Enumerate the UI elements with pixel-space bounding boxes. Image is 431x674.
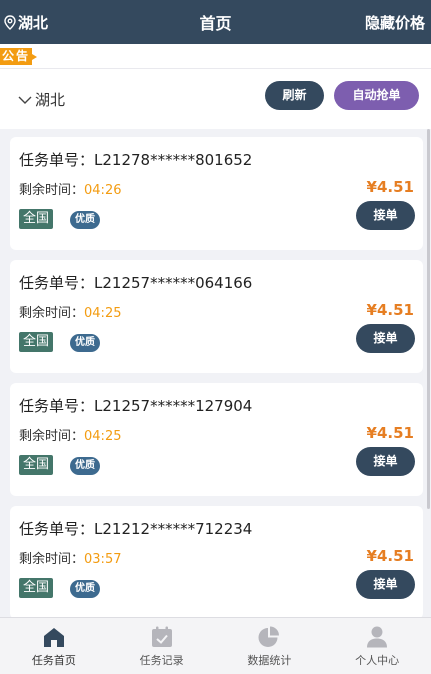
remaining-time-label: 剩余时间： xyxy=(19,306,85,321)
user-icon xyxy=(367,626,388,648)
remaining-time-label: 剩余时间： xyxy=(19,429,85,444)
remaining-time-value: 03:57 xyxy=(84,552,122,567)
task-number: 任务单号：L21257******127904 xyxy=(19,397,253,415)
location-label: 湖北 xyxy=(18,13,49,32)
accept-task-button[interactable]: 接单 xyxy=(356,324,415,353)
tab-task-home[interactable]: 任务首页 xyxy=(0,618,108,674)
region-label: 湖北 xyxy=(35,91,66,109)
region-tag: 全国 xyxy=(19,209,54,229)
remaining-time: 剩余时间：04:25 xyxy=(19,302,121,321)
remaining-time-value: 04:25 xyxy=(84,429,122,444)
tab-label: 数据统计 xyxy=(247,654,292,667)
remaining-time-value: 04:25 xyxy=(84,306,122,321)
remaining-time: 剩余时间：04:26 xyxy=(19,179,121,198)
hide-price-button[interactable]: 隐藏价格 xyxy=(365,12,425,33)
pie-chart-icon xyxy=(258,626,280,647)
region-tag: 全国 xyxy=(19,332,54,352)
auto-grab-button[interactable]: 自动抢单 xyxy=(334,81,419,110)
remaining-time-label: 剩余时间： xyxy=(19,183,85,198)
region-dropdown[interactable]: 湖北 xyxy=(18,89,65,110)
accept-task-button[interactable]: 接单 xyxy=(356,570,415,599)
filter-bar: 湖北 刷新 自动抢单 xyxy=(0,69,431,129)
tab-statistics[interactable]: 数据统计 xyxy=(216,618,324,674)
task-number: 任务单号：L21212******712234 xyxy=(19,520,253,538)
remaining-time-value: 04:26 xyxy=(84,183,122,198)
quality-badge: 优质 xyxy=(70,211,100,229)
region-tag: 全国 xyxy=(19,578,54,598)
accept-task-button[interactable]: 接单 xyxy=(356,447,415,476)
quality-badge: 优质 xyxy=(70,580,100,598)
task-number: 任务单号：L21257******064166 xyxy=(19,274,253,292)
task-price: ¥4.51 xyxy=(366,424,414,442)
location-pin-icon xyxy=(4,14,16,30)
task-card: 任务单号：L21257******127904 剩余时间：04:25 ¥4.51… xyxy=(10,383,423,496)
calendar-check-icon xyxy=(151,626,172,647)
chevron-down-icon xyxy=(18,96,32,104)
task-price: ¥4.51 xyxy=(366,547,414,565)
task-card: 任务单号：L21278******801652 剩余时间：04:26 ¥4.51… xyxy=(10,137,423,250)
tab-label: 任务记录 xyxy=(139,654,184,667)
tab-label: 任务首页 xyxy=(31,654,76,667)
remaining-time: 剩余时间：04:25 xyxy=(19,425,121,444)
refresh-button[interactable]: 刷新 xyxy=(265,81,324,110)
tab-label: 个人中心 xyxy=(355,654,400,667)
top-header: 湖北 首页 隐藏价格 xyxy=(0,0,431,44)
task-price: ¥4.51 xyxy=(366,301,414,319)
accept-task-button[interactable]: 接单 xyxy=(356,201,415,230)
remaining-time-label: 剩余时间： xyxy=(19,552,85,567)
scrollbar-thumb[interactable] xyxy=(427,129,430,509)
notice-bar: 公告 xyxy=(0,44,431,69)
location-selector[interactable]: 湖北 xyxy=(4,12,48,33)
bottom-tab-bar: 任务首页 任务记录 数据统计 个人中心 xyxy=(0,617,431,674)
task-price: ¥4.51 xyxy=(366,178,414,196)
region-tag: 全国 xyxy=(19,455,54,475)
task-number: 任务单号：L21278******801652 xyxy=(19,151,253,169)
remaining-time: 剩余时间：03:57 xyxy=(19,548,121,567)
task-card: 任务单号：L21257******064166 剩余时间：04:25 ¥4.51… xyxy=(10,260,423,373)
notice-badge: 公告 xyxy=(0,48,38,65)
tab-task-records[interactable]: 任务记录 xyxy=(108,618,216,674)
quality-badge: 优质 xyxy=(70,334,100,352)
tab-personal-center[interactable]: 个人中心 xyxy=(323,618,431,674)
quality-badge: 优质 xyxy=(70,457,100,475)
home-icon xyxy=(43,628,64,647)
task-card: 任务单号：L21212******712234 剩余时间：03:57 ¥4.51… xyxy=(10,506,423,619)
